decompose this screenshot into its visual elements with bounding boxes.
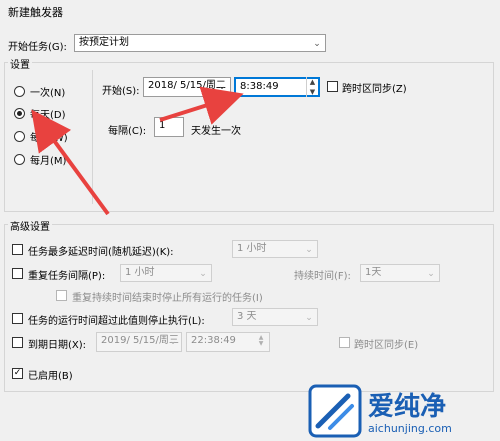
watermark-brand: 爱纯净 [368, 392, 447, 422]
annotation-arrow-daily [31, 109, 110, 216]
annotation-arrows [31, 86, 244, 216]
watermark-url: aichunjing.com [368, 422, 452, 435]
annotation-arrow-time [159, 86, 244, 125]
watermark-logo: 爱纯净 aichunjing.com [308, 384, 496, 438]
